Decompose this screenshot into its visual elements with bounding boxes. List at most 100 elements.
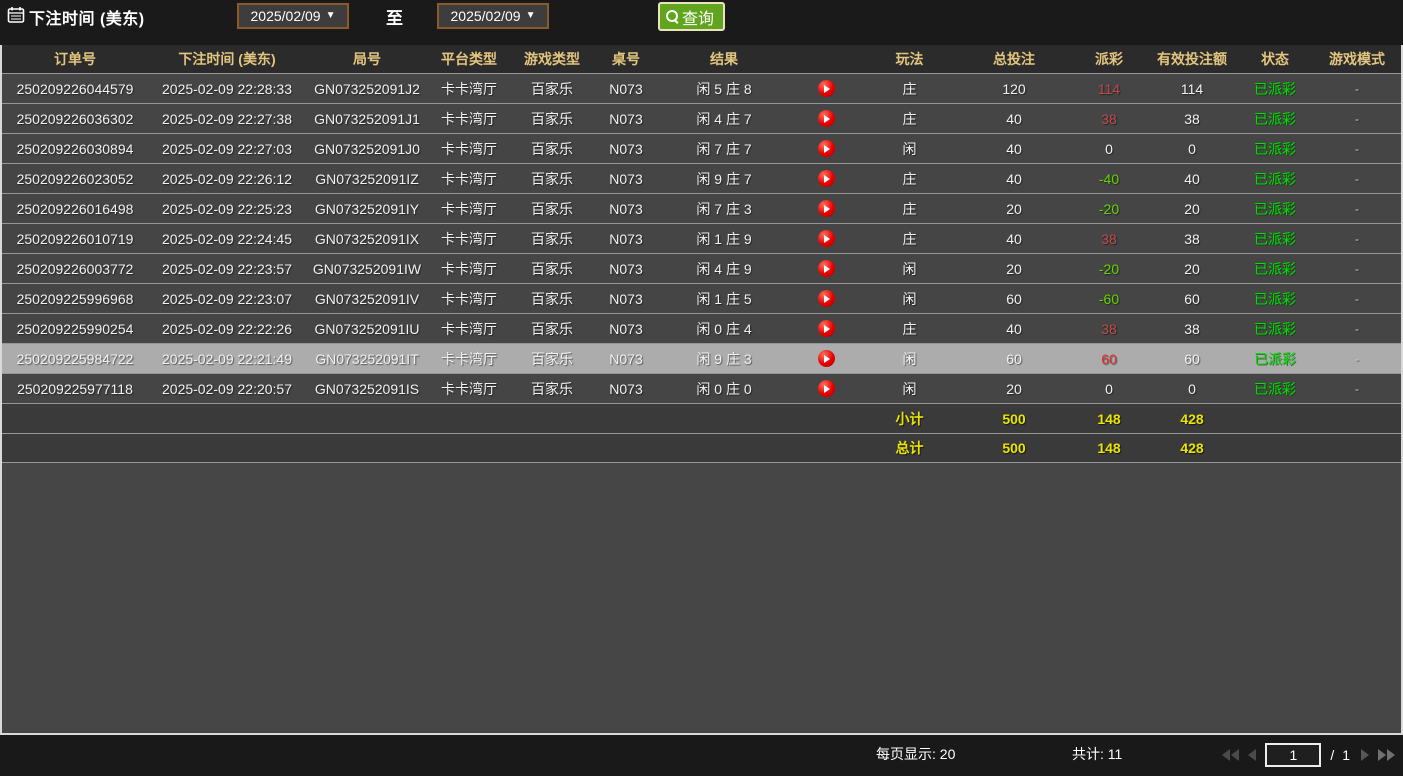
subtotal-label: 小计 [862,409,957,429]
play-video-icon[interactable] [818,200,835,217]
cell-status: 已派彩 [1237,379,1313,399]
cell-play-type: 闲 [862,379,957,399]
cell-play-type: 庄 [862,319,957,339]
cell-platform: 卡卡湾厅 [428,349,510,369]
date-from-value: 2025/02/09 [251,8,321,24]
cell-total-bet: 60 [957,291,1071,307]
total-count-label: 共计: 11 [1072,735,1122,774]
cell-platform: 卡卡湾厅 [428,319,510,339]
cell-video [790,110,862,128]
date-to-select[interactable]: 2025/02/09 ▼ [437,3,549,29]
cell-game-mode: - [1313,292,1401,306]
cell-result: 闲 7 庄 7 [658,139,790,159]
last-page-icon[interactable] [1378,749,1395,761]
page-total-label: / 1 [1330,747,1352,763]
cell-video [790,350,862,368]
cell-video [790,230,862,248]
play-video-icon[interactable] [818,230,835,247]
cell-game-type: 百家乐 [510,259,594,279]
cell-status: 已派彩 [1237,289,1313,309]
table-row[interactable]: 250209225996968 2025-02-09 22:23:07 GN07… [2,283,1401,313]
play-video-icon[interactable] [818,350,835,367]
cell-order-id: 250209226036302 [2,111,148,127]
cell-table-no: N073 [594,171,658,187]
date-from-select[interactable]: 2025/02/09 ▼ [237,3,349,29]
cell-total-bet: 20 [957,201,1071,217]
cell-table-no: N073 [594,201,658,217]
table-row[interactable]: 250209226010719 2025-02-09 22:24:45 GN07… [2,223,1401,253]
cell-order-id: 250209225977118 [2,381,148,397]
table-row[interactable]: 250209226003772 2025-02-09 22:23:57 GN07… [2,253,1401,283]
cell-valid-bet: 114 [1147,81,1237,97]
column-header-game-type: 游戏类型 [510,49,594,69]
cell-video [790,320,862,338]
cell-game-type: 百家乐 [510,319,594,339]
play-video-icon[interactable] [818,260,835,277]
play-video-icon[interactable] [818,170,835,187]
column-header-round-id: 局号 [306,49,428,69]
column-header-order-id: 订单号 [2,49,148,69]
query-button[interactable]: 查询 [658,2,725,31]
table-row[interactable]: 250209226044579 2025-02-09 22:28:33 GN07… [2,73,1401,103]
column-header-bet-time: 下注时间 (美东) [148,49,306,69]
query-button-label: 查询 [682,5,714,29]
cell-round-id: GN073252091IX [306,231,428,247]
cell-bet-time: 2025-02-09 22:28:33 [148,81,306,97]
cell-game-mode: - [1313,112,1401,126]
cell-platform: 卡卡湾厅 [428,259,510,279]
date-range-to-label: 至 [386,4,403,29]
prev-page-icon[interactable] [1248,749,1256,761]
chevron-down-icon: ▼ [326,11,336,21]
cell-game-mode: - [1313,82,1401,96]
cell-platform: 卡卡湾厅 [428,109,510,129]
column-header-payout: 派彩 [1071,49,1147,69]
table-row[interactable]: 250209225977118 2025-02-09 22:20:57 GN07… [2,373,1401,403]
cell-total-bet: 20 [957,381,1071,397]
cell-bet-time: 2025-02-09 22:22:26 [148,321,306,337]
table-row[interactable]: 250209225990254 2025-02-09 22:22:26 GN07… [2,313,1401,343]
table-row[interactable]: 250209226016498 2025-02-09 22:25:23 GN07… [2,193,1401,223]
page-input[interactable] [1265,743,1321,767]
cell-order-id: 250209226003772 [2,261,148,277]
cell-total-bet: 40 [957,141,1071,157]
grand-total-label: 总计 [862,438,957,458]
cell-valid-bet: 20 [1147,261,1237,277]
table-row[interactable]: 250209226030894 2025-02-09 22:27:03 GN07… [2,133,1401,163]
cell-platform: 卡卡湾厅 [428,199,510,219]
column-header-platform: 平台类型 [428,49,510,69]
cell-order-id: 250209226016498 [2,201,148,217]
cell-total-bet: 40 [957,231,1071,247]
table-row[interactable]: 250209226023052 2025-02-09 22:26:12 GN07… [2,163,1401,193]
cell-result: 闲 7 庄 3 [658,199,790,219]
play-video-icon[interactable] [818,290,835,307]
filter-title: 下注时间 (美东) [29,5,145,29]
cell-result: 闲 9 庄 3 [658,349,790,369]
subtotal-payout: 148 [1071,411,1147,427]
column-header-play-type: 玩法 [862,49,957,69]
cell-play-type: 闲 [862,289,957,309]
next-page-icon[interactable] [1361,749,1369,761]
play-video-icon[interactable] [818,320,835,337]
column-header-game-mode: 游戏模式 [1313,49,1401,69]
subtotal-row: 小计 500 148 428 [2,403,1401,433]
cell-payout: 0 [1071,381,1147,397]
cell-game-mode: - [1313,352,1401,366]
cell-round-id: GN073252091IT [306,351,428,367]
cell-bet-time: 2025-02-09 22:23:57 [148,261,306,277]
first-page-icon[interactable] [1222,749,1239,761]
cell-game-mode: - [1313,202,1401,216]
cell-bet-time: 2025-02-09 22:26:12 [148,171,306,187]
bet-records-table: 订单号 下注时间 (美东) 局号 平台类型 游戏类型 桌号 结果 玩法 总投注 … [0,45,1403,735]
play-video-icon[interactable] [818,380,835,397]
play-video-icon[interactable] [818,110,835,127]
play-video-icon[interactable] [818,140,835,157]
cell-payout: -20 [1071,201,1147,217]
cell-valid-bet: 20 [1147,201,1237,217]
table-row[interactable]: 250209226036302 2025-02-09 22:27:38 GN07… [2,103,1401,133]
table-row[interactable]: 250209225984722 2025-02-09 22:21:49 GN07… [2,343,1401,373]
grand-total-valid-bet: 428 [1147,440,1237,456]
cell-order-id: 250209225996968 [2,291,148,307]
cell-game-mode: - [1313,382,1401,396]
cell-total-bet: 40 [957,171,1071,187]
play-video-icon[interactable] [818,80,835,97]
